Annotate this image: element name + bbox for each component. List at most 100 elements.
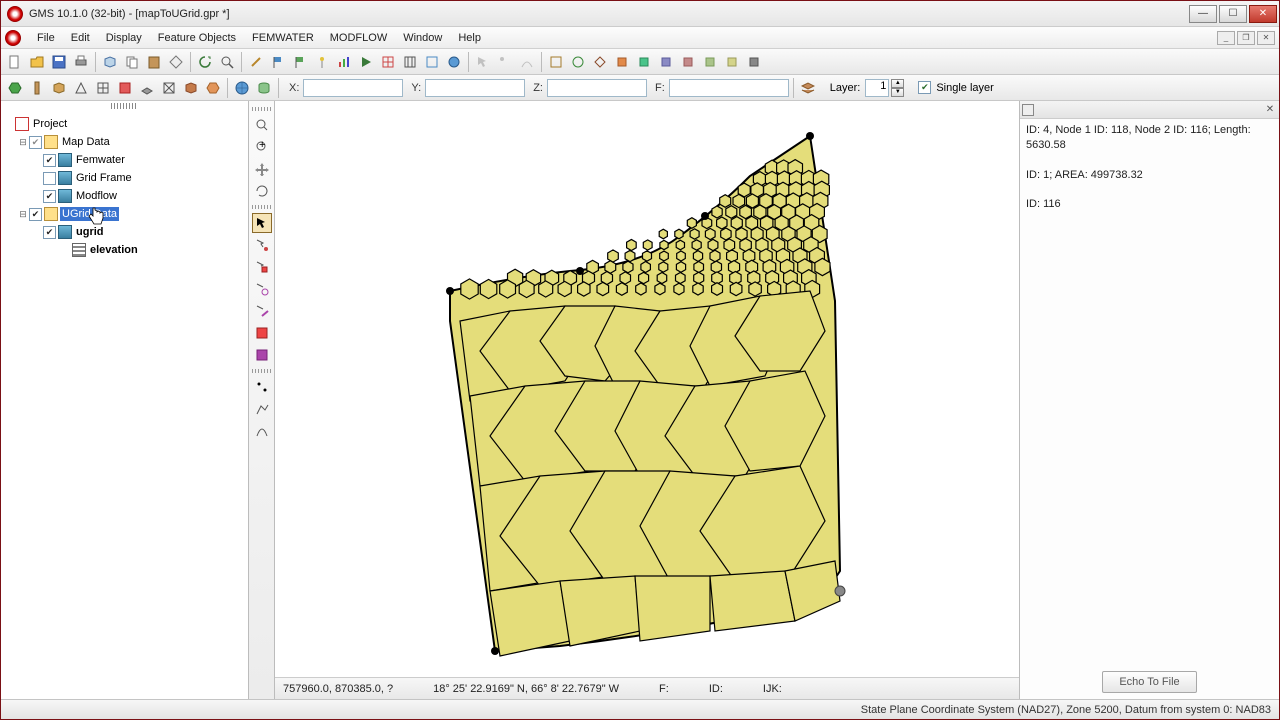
tree-gridframe[interactable]: Grid Frame bbox=[3, 169, 246, 187]
module-map-icon[interactable] bbox=[181, 78, 201, 98]
single-layer-label: Single layer bbox=[936, 82, 993, 94]
mesh-tool-6-icon[interactable] bbox=[656, 52, 676, 72]
project-tree[interactable]: Project ⊟✔Map Data ✔Femwater Grid Frame … bbox=[1, 111, 248, 263]
viewport[interactable]: // Generate dense small hexagonal cells … bbox=[275, 101, 1019, 699]
menu-feature-objects[interactable]: Feature Objects bbox=[150, 29, 244, 47]
x-input[interactable] bbox=[303, 79, 403, 97]
print-icon[interactable] bbox=[71, 52, 91, 72]
zoom-icon[interactable] bbox=[217, 52, 237, 72]
menu-display[interactable]: Display bbox=[98, 29, 150, 47]
maximize-button[interactable]: ☐ bbox=[1219, 5, 1247, 23]
diamond-icon[interactable] bbox=[166, 52, 186, 72]
mdi-restore-button[interactable]: ❐ bbox=[1237, 31, 1255, 45]
tree-ugrid[interactable]: ✔ugrid bbox=[3, 223, 246, 241]
layer-label: Layer: bbox=[830, 82, 861, 94]
paste-icon[interactable] bbox=[144, 52, 164, 72]
info-close-button[interactable]: ✕ bbox=[1263, 103, 1277, 117]
module-tin-icon[interactable] bbox=[71, 78, 91, 98]
f-input[interactable] bbox=[669, 79, 789, 97]
single-layer-checkbox[interactable]: ✔ bbox=[918, 81, 931, 94]
tool-select-face-icon[interactable] bbox=[252, 279, 272, 299]
tree-ugriddata[interactable]: ⊟✔UGrid Data bbox=[3, 205, 246, 223]
pin-icon[interactable] bbox=[1022, 104, 1034, 116]
project-tree-pane: Project ⊟✔Map Data ✔Femwater Grid Frame … bbox=[1, 101, 249, 699]
wand-icon[interactable] bbox=[246, 52, 266, 72]
mesh-tool-10-icon[interactable] bbox=[744, 52, 764, 72]
new-icon[interactable] bbox=[5, 52, 25, 72]
module-ugrid-icon[interactable] bbox=[203, 78, 223, 98]
info-body: ID: 4, Node 1 ID: 118, Node 2 ID: 116; L… bbox=[1020, 119, 1279, 665]
tree-project[interactable]: Project bbox=[3, 115, 246, 133]
mdi-close-button[interactable]: ✕ bbox=[1257, 31, 1275, 45]
copy-icon[interactable] bbox=[122, 52, 142, 72]
status-id: ID: bbox=[709, 683, 723, 695]
z-input[interactable] bbox=[547, 79, 647, 97]
flag-blue-icon[interactable] bbox=[268, 52, 288, 72]
mesh-tool-3-icon[interactable] bbox=[590, 52, 610, 72]
mdi-minimize-button[interactable]: _ bbox=[1217, 31, 1235, 45]
echo-to-file-button[interactable]: Echo To File bbox=[1102, 671, 1196, 693]
menu-femwater[interactable]: FEMWATER bbox=[244, 29, 322, 47]
module-solid-icon[interactable] bbox=[137, 78, 157, 98]
grid1-icon[interactable] bbox=[378, 52, 398, 72]
mesh-tool-9-icon[interactable] bbox=[722, 52, 742, 72]
tree-mapdata[interactable]: ⊟✔Map Data bbox=[3, 133, 246, 151]
module-bore-icon[interactable] bbox=[27, 78, 47, 98]
module-hex-icon[interactable] bbox=[5, 78, 25, 98]
globe-big-icon[interactable] bbox=[232, 78, 252, 98]
grid2-icon[interactable] bbox=[400, 52, 420, 72]
menu-file[interactable]: File bbox=[29, 29, 63, 47]
refresh-icon[interactable] bbox=[195, 52, 215, 72]
tool-create-arc-icon[interactable] bbox=[252, 399, 272, 419]
tree-femwater[interactable]: ✔Femwater bbox=[3, 151, 246, 169]
tool-select-icon[interactable] bbox=[252, 213, 272, 233]
tool-frame-icon[interactable] bbox=[252, 323, 272, 343]
minimize-button[interactable]: — bbox=[1189, 5, 1217, 23]
layer-input[interactable]: 1 bbox=[865, 79, 889, 97]
mesh-tool-2-icon[interactable] bbox=[568, 52, 588, 72]
pin-icon[interactable] bbox=[312, 52, 332, 72]
menu-edit[interactable]: Edit bbox=[63, 29, 98, 47]
tool-pan-icon[interactable] bbox=[252, 159, 272, 179]
save-icon[interactable] bbox=[49, 52, 69, 72]
mesh-tool-1-icon[interactable] bbox=[546, 52, 566, 72]
tool-select-cell-icon[interactable] bbox=[252, 257, 272, 277]
mesh-tool-5-icon[interactable] bbox=[634, 52, 654, 72]
tool-frame2-icon[interactable] bbox=[252, 345, 272, 365]
close-button[interactable]: ✕ bbox=[1249, 5, 1277, 23]
select-arc-icon[interactable] bbox=[517, 52, 537, 72]
menu-help[interactable]: Help bbox=[450, 29, 489, 47]
module-mesh-icon[interactable] bbox=[93, 78, 113, 98]
tool-zoom-in-icon[interactable]: + bbox=[252, 137, 272, 157]
open-icon[interactable] bbox=[27, 52, 47, 72]
layer-spinner[interactable]: ▲▼ bbox=[891, 79, 904, 97]
tree-elevation[interactable]: elevation bbox=[3, 241, 246, 259]
cube-icon[interactable] bbox=[100, 52, 120, 72]
globe-icon[interactable] bbox=[444, 52, 464, 72]
mesh-tool-8-icon[interactable] bbox=[700, 52, 720, 72]
tree-modflow[interactable]: ✔Modflow bbox=[3, 187, 246, 205]
flag-green-icon[interactable] bbox=[290, 52, 310, 72]
chart-icon[interactable] bbox=[334, 52, 354, 72]
tool-rotate-icon[interactable] bbox=[252, 181, 272, 201]
menu-window[interactable]: Window bbox=[395, 29, 450, 47]
tool-create-point-icon[interactable] bbox=[252, 377, 272, 397]
x-label: X: bbox=[289, 82, 299, 94]
layer-view-icon[interactable] bbox=[798, 78, 818, 98]
mesh-tool-4-icon[interactable] bbox=[612, 52, 632, 72]
mesh-tool-7-icon[interactable] bbox=[678, 52, 698, 72]
module-scatter-icon[interactable] bbox=[159, 78, 179, 98]
run-icon[interactable] bbox=[356, 52, 376, 72]
y-input[interactable] bbox=[425, 79, 525, 97]
grid3-icon[interactable] bbox=[422, 52, 442, 72]
module-cube-icon[interactable] bbox=[49, 78, 69, 98]
tool-select-point-icon[interactable] bbox=[252, 235, 272, 255]
cylinder-icon[interactable] bbox=[254, 78, 274, 98]
tool-zoom-fit-icon[interactable] bbox=[252, 115, 272, 135]
tool-select-edge-icon[interactable] bbox=[252, 301, 272, 321]
menu-modflow[interactable]: MODFLOW bbox=[322, 29, 395, 47]
select-node-icon[interactable] bbox=[495, 52, 515, 72]
tool-create-curve-icon[interactable] bbox=[252, 421, 272, 441]
module-grid-red-icon[interactable] bbox=[115, 78, 135, 98]
select-arrow-icon[interactable] bbox=[473, 52, 493, 72]
